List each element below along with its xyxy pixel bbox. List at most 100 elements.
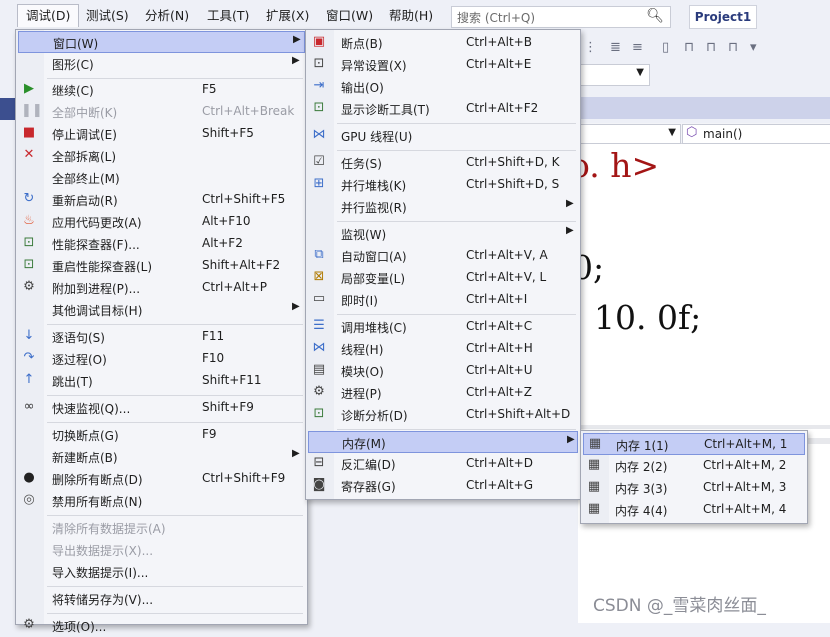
menu-window[interactable]: 窗口(W) (318, 5, 381, 27)
menu-item-memory[interactable]: 内存(M) ▶ (308, 431, 578, 453)
output-icon: ⇥ (313, 78, 325, 93)
function-dropdown[interactable]: ⬡ main() (682, 124, 830, 144)
threads-icon: ⋈ (312, 340, 326, 355)
menu-item-immediate[interactable]: ▭ 即时(I) Ctrl+Alt+I (308, 289, 578, 311)
menu-item-relaunch-profiler[interactable]: ⊡ 重启性能探查器(L) Shift+Alt+F2 (18, 255, 305, 277)
menu-item-watch[interactable]: 监视(W) ▶ (308, 223, 578, 245)
diagnostic-analysis-icon: ⊡ (313, 406, 325, 421)
menu-item-memory-2[interactable]: ▦ 内存 2(2) Ctrl+Alt+M, 2 (583, 455, 805, 477)
project-name[interactable]: Project1 (689, 5, 757, 29)
disassembly-icon: ⊟ (313, 455, 325, 470)
profiler-icon: ⊡ (23, 235, 35, 250)
menu-item-disassembly[interactable]: ⊟ 反汇编(D) Ctrl+Alt+D (308, 453, 578, 475)
chevron-right-icon: ▶ (567, 434, 575, 445)
menu-item-locals[interactable]: ⊠ 局部变量(L) Ctrl+Alt+V, L (308, 267, 578, 289)
configuration-dropdown[interactable]: ▼ (578, 64, 650, 86)
modules-icon: ▤ (312, 362, 326, 377)
chevron-down-icon: ▼ (636, 67, 644, 78)
bookmark-prev-icon[interactable]: ⊓ (684, 40, 694, 55)
windows-submenu: ▣ 断点(B) Ctrl+Alt+B ⊡ 异常设置(X) Ctrl+Alt+E … (305, 29, 581, 500)
menu-item-save-dump-as[interactable]: 将转储另存为(V)... (18, 588, 305, 610)
locals-icon: ⊠ (313, 269, 325, 284)
menu-item-detach-all[interactable]: ✕ 全部拆离(L) (18, 145, 305, 167)
left-tab-indicator (0, 98, 16, 120)
search-icon: 🔍︎ (646, 8, 664, 24)
menu-tools[interactable]: 工具(T) (199, 5, 257, 27)
menu-item-breakpoints[interactable]: ▣ 断点(B) Ctrl+Alt+B (308, 32, 578, 54)
menu-item-delete-all-breakpoints[interactable]: ● 删除所有断点(D) Ctrl+Shift+F9 (18, 468, 305, 490)
menu-item-diagnostic-analysis[interactable]: ⊡ 诊断分析(D) Ctrl+Shift+Alt+D (308, 404, 578, 426)
menu-item-parallel-watch[interactable]: 并行监视(R) ▶ (308, 196, 578, 218)
menu-item-quick-watch[interactable]: ∞ 快速监视(Q)... Shift+F9 (18, 397, 305, 419)
memory-window-icon: ▦ (587, 501, 601, 516)
chevron-right-icon: ▶ (293, 34, 301, 45)
menu-item-tasks[interactable]: ☑ 任务(S) Ctrl+Shift+D, K (308, 152, 578, 174)
menu-item-threads[interactable]: ⋈ 线程(H) Ctrl+Alt+H (308, 338, 578, 360)
menu-item-memory-4[interactable]: ▦ 内存 4(4) Ctrl+Alt+M, 4 (583, 499, 805, 521)
chevron-right-icon: ▶ (292, 448, 300, 459)
menu-item-step-into[interactable]: ↓ 逐语句(S) F11 (18, 326, 305, 348)
menu-item-restart[interactable]: ↻ 重新启动(R) Ctrl+Shift+F5 (18, 189, 305, 211)
toolbar-overflow-icon[interactable]: ▾ (750, 40, 757, 55)
bookmark-clear-icon[interactable]: ⊓ (728, 40, 738, 55)
code-line-float: 10. 0f; (594, 298, 702, 337)
chevron-right-icon: ▶ (566, 198, 574, 209)
menu-item-disable-all-breakpoints[interactable]: ◎ 禁用所有断点(N) (18, 490, 305, 512)
memory-submenu: ▦ 内存 1(1) Ctrl+Alt+M, 1 ▦ 内存 2(2) Ctrl+A… (580, 430, 808, 524)
options-icon: ⚙ (23, 617, 35, 632)
menu-item-exception-settings[interactable]: ⊡ 异常设置(X) Ctrl+Alt+E (308, 54, 578, 76)
editor-divider (578, 425, 830, 429)
menu-item-memory-1[interactable]: ▦ 内存 1(1) Ctrl+Alt+M, 1 (583, 433, 805, 455)
method-cube-icon: ⬡ (686, 125, 698, 140)
menu-item-continue[interactable]: ▶ 继续(C) F5 (18, 79, 305, 101)
menu-extensions[interactable]: 扩展(X) (258, 5, 317, 27)
menu-item-gpu-threads[interactable]: ⋈ GPU 线程(U) (308, 125, 578, 147)
menu-item-stop-debugging[interactable]: ■ 停止调试(E) Shift+F5 (18, 123, 305, 145)
menu-item-parallel-stacks[interactable]: ⊞ 并行堆栈(K) Ctrl+Shift+D, S (308, 174, 578, 196)
search-input[interactable]: 搜索 (Ctrl+Q) 🔍︎ (451, 6, 671, 28)
menu-item-output[interactable]: ⇥ 输出(O) (308, 76, 578, 98)
menu-item-processes[interactable]: ⚙ 进程(P) Ctrl+Alt+Z (308, 382, 578, 404)
menu-item-options[interactable]: ⚙ 选项(O)... (18, 615, 305, 637)
menu-item-diagnostic-tools[interactable]: ⊡ 显示诊断工具(T) Ctrl+Alt+F2 (308, 98, 578, 120)
menu-help[interactable]: 帮助(H) (381, 5, 441, 27)
menu-item-new-breakpoint[interactable]: 新建断点(B) ▶ (18, 446, 305, 468)
menu-item-terminate-all[interactable]: 全部终止(M) (18, 167, 305, 189)
memory-window-icon: ▦ (587, 457, 601, 472)
menu-item-graphics[interactable]: 图形(C) ▶ (18, 53, 305, 75)
menu-debug[interactable]: 调试(D) (17, 4, 80, 27)
menu-item-memory-3[interactable]: ▦ 内存 3(3) Ctrl+Alt+M, 3 (583, 477, 805, 499)
menu-item-autos[interactable]: ⧉ 自动窗口(A) Ctrl+Alt+V, A (308, 245, 578, 267)
quick-watch-icon: ∞ (23, 399, 35, 414)
menu-item-attach-to-process[interactable]: ⚙ 附加到进程(P)... Ctrl+Alt+P (18, 277, 305, 299)
indent-icon[interactable]: ≣ (610, 40, 621, 55)
menu-item-performance-profiler[interactable]: ⊡ 性能探查器(F)... Alt+F2 (18, 233, 305, 255)
chevron-right-icon: ▶ (292, 301, 300, 312)
step-out-icon: ↑ (23, 372, 35, 387)
bookmark-icon[interactable]: ▯ (662, 40, 669, 55)
menu-item-other-debug-targets[interactable]: 其他调试目标(H) ▶ (18, 299, 305, 321)
menu-item-step-out[interactable]: ↑ 跳出(T) Shift+F11 (18, 370, 305, 392)
menu-item-step-over[interactable]: ↷ 逐过程(O) F10 (18, 348, 305, 370)
attach-process-icon: ⚙ (23, 279, 35, 294)
scope-dropdown[interactable]: ▼ (578, 124, 681, 144)
menu-item-call-stack[interactable]: ☰ 调用堆栈(C) Ctrl+Alt+C (308, 316, 578, 338)
menu-item-break-all[interactable]: ❚❚ 全部中断(K) Ctrl+Alt+Break (18, 101, 305, 123)
outdent-icon[interactable]: ≡ (632, 40, 643, 55)
bookmark-next-icon[interactable]: ⊓ (706, 40, 716, 55)
menu-item-registers[interactable]: ◙ 寄存器(G) Ctrl+Alt+G (308, 475, 578, 497)
menu-test[interactable]: 测试(S) (78, 5, 137, 27)
menu-item-export-datatips[interactable]: 导出数据提示(X)... (18, 539, 305, 561)
menu-item-apply-code-changes[interactable]: ♨ 应用代码更改(A) Alt+F10 (18, 211, 305, 233)
code-editor[interactable] (578, 144, 830, 623)
memory-window-icon: ▦ (587, 479, 601, 494)
play-icon: ▶ (24, 81, 34, 96)
menu-item-toggle-breakpoint[interactable]: 切换断点(G) F9 (18, 424, 305, 446)
menu-item-windows[interactable]: 窗口(W) ▶ (18, 31, 305, 53)
menu-analyze[interactable]: 分析(N) (137, 5, 197, 27)
delete-breakpoints-icon: ● (23, 470, 35, 485)
hot-reload-icon: ♨ (23, 213, 35, 228)
menu-item-modules[interactable]: ▤ 模块(O) Ctrl+Alt+U (308, 360, 578, 382)
menu-item-import-datatips[interactable]: 导入数据提示(I)... (18, 561, 305, 583)
menu-item-clear-datatips[interactable]: 清除所有数据提示(A) (18, 517, 305, 539)
